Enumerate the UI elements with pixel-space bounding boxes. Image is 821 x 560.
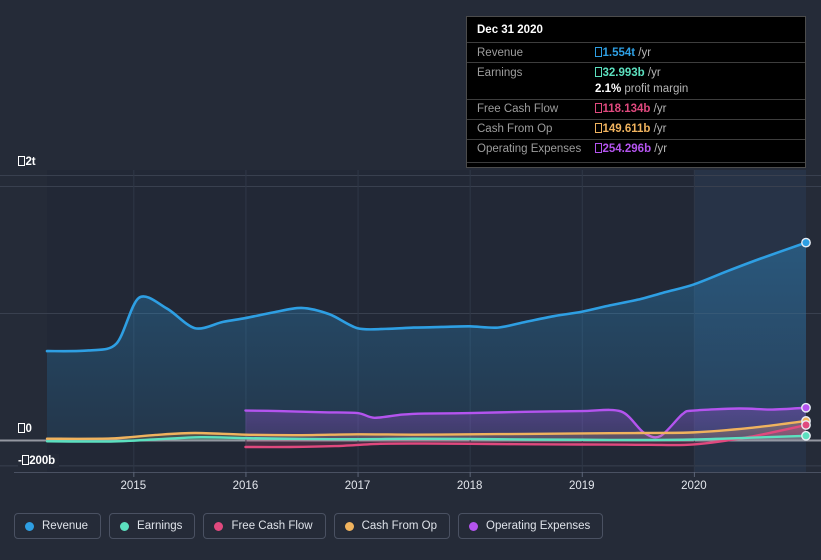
tooltip-row-label: Free Cash Flow xyxy=(477,103,559,115)
tooltip-row-label: Earnings xyxy=(477,66,523,79)
legend-item-free-cash-flow[interactable]: Free Cash Flow xyxy=(203,513,326,539)
tooltip-date: Dec 31 2020 xyxy=(477,24,543,36)
tooltip-row: Revenue 1.554t /yr xyxy=(467,42,805,62)
tooltip-row-label: Revenue xyxy=(477,46,524,59)
tooltip-rows: Revenue 1.554t /yr Earnings 32.993b /yr 2.1%… xyxy=(467,42,805,159)
legend-item-label: Revenue xyxy=(42,520,89,532)
tooltip-value-text: 254.296b xyxy=(595,143,651,155)
currency-symbol-icon xyxy=(595,66,602,77)
currency-symbol-icon xyxy=(595,123,602,133)
currency-symbol-icon xyxy=(18,156,25,166)
legend-item-label: Earnings xyxy=(137,520,183,532)
tooltip-row-value: 118.134b /yr xyxy=(595,102,666,116)
currency-symbol-icon xyxy=(595,46,602,57)
x-axis-tick-label: 2018 xyxy=(456,480,483,492)
tooltip-row-value: 254.296b /yr xyxy=(595,142,667,156)
x-axis-tick-label: 2016 xyxy=(232,480,259,492)
legend-color-dot xyxy=(344,521,354,531)
legend-color-dot xyxy=(120,521,130,531)
tooltip-value-suffix: /yr xyxy=(635,46,652,59)
legend-item-label: Operating Expenses xyxy=(486,520,591,532)
chart-legend[interactable]: Revenue Earnings Free Cash Flow Cash From O… xyxy=(14,513,604,539)
tooltip-value-suffix: profit margin xyxy=(621,83,689,95)
series-endpoint-marker[interactable] xyxy=(801,430,811,441)
tooltip-value-text: 2.1% xyxy=(595,83,622,95)
tooltip-value-text: 32.993b xyxy=(595,66,645,79)
tooltip-value-text: 118.134b xyxy=(595,103,650,115)
x-axis-tick-label: 2017 xyxy=(344,480,371,492)
legend-item-label: Cash From Op xyxy=(361,520,438,532)
tooltip-row-value: 2.1% profit margin xyxy=(595,82,688,96)
series-endpoint-marker[interactable] xyxy=(801,420,811,430)
tooltip-value-suffix: /yr xyxy=(650,103,667,115)
legend-item-revenue[interactable]: Revenue xyxy=(14,513,102,539)
financial-chart: 2t 0 -200b 2015 2016 2017 2018 2019 2020 Dec 31… xyxy=(0,0,821,560)
x-axis-tick-label: 2020 xyxy=(681,480,707,492)
tooltip-value-text: 1.554t xyxy=(595,46,635,59)
legend-item-cash-from-op[interactable]: Cash From Op xyxy=(333,513,451,539)
series-endpoint-marker[interactable] xyxy=(801,402,811,413)
tooltip-row-label: Operating Expenses xyxy=(477,143,582,155)
legend-color-dot xyxy=(469,521,479,531)
tooltip-value-suffix: /yr xyxy=(650,123,667,135)
series-endpoint-marker[interactable] xyxy=(801,237,811,248)
tooltip-bottom-divider xyxy=(467,161,805,163)
tooltip-row: 2.1% profit margin xyxy=(467,82,805,99)
tooltip-row-value: 32.993b /yr xyxy=(595,66,661,80)
legend-color-dot xyxy=(214,521,224,531)
currency-symbol-icon xyxy=(595,143,602,153)
currency-symbol-icon xyxy=(21,455,29,465)
tooltip-value-text: 149.611b xyxy=(595,123,650,135)
y-axis-tick-label: -200b xyxy=(18,454,60,468)
chart-tooltip: Dec 31 2020 Revenue 1.554t /yr Earnings 32.… xyxy=(466,16,806,168)
y-axis-tick-label: 0 xyxy=(18,422,36,436)
tooltip-row: Operating Expenses 254.296b /yr xyxy=(467,138,805,159)
tooltip-row-value: 149.611b /yr xyxy=(595,122,666,136)
tooltip-row-label: Cash From Op xyxy=(477,123,553,135)
tooltip-row: Cash From Op 149.611b /yr xyxy=(467,118,805,139)
x-axis-tick-label: 2019 xyxy=(568,480,595,492)
currency-symbol-icon xyxy=(595,103,602,113)
currency-symbol-icon xyxy=(18,423,25,433)
y-axis-tick-label: 2t xyxy=(18,155,40,169)
legend-color-dot xyxy=(25,521,34,531)
tooltip-value-suffix: /yr xyxy=(644,66,661,79)
legend-item-operating-expenses[interactable]: Operating Expenses xyxy=(458,513,604,539)
legend-item-label: Free Cash Flow xyxy=(231,520,313,532)
tooltip-row: Earnings 32.993b /yr xyxy=(467,62,805,82)
tooltip-value-suffix: /yr xyxy=(651,143,668,155)
legend-item-earnings[interactable]: Earnings xyxy=(109,513,196,539)
tooltip-row: Free Cash Flow 118.134b /yr xyxy=(467,98,805,119)
x-axis-tick-label: 2015 xyxy=(120,480,147,492)
tooltip-row-value: 1.554t /yr xyxy=(595,46,651,60)
